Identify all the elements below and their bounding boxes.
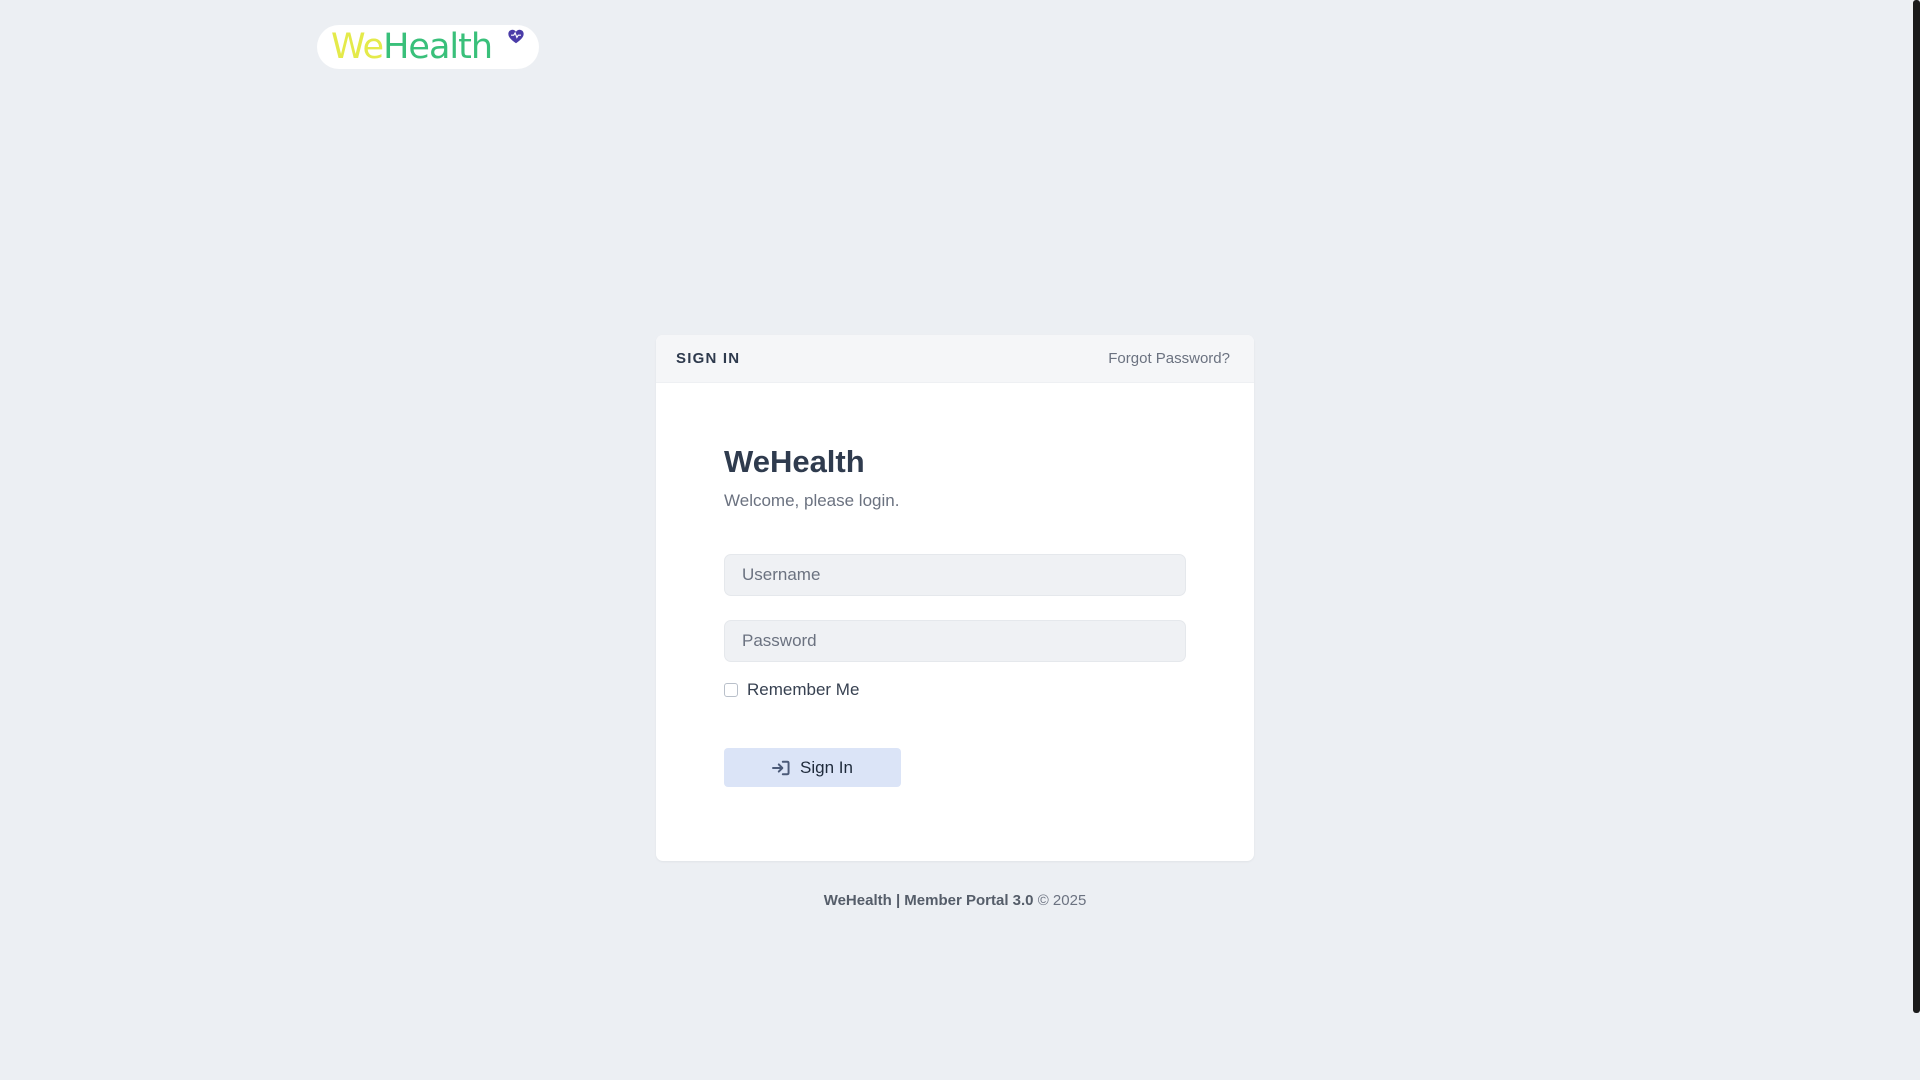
username-input[interactable] <box>724 554 1186 596</box>
sign-in-arrow-icon <box>772 760 790 775</box>
page-scrollbar[interactable] <box>1911 0 1920 1080</box>
card-header: SIGN IN Forgot Password? <box>656 335 1254 383</box>
brand-title: WeHealth <box>724 444 865 479</box>
heart-icon <box>508 29 524 44</box>
footer-copyright: © 2025 <box>1037 892 1087 909</box>
login-page: WeHealth SIGN IN Forgot Password? WeHeal… <box>0 0 1920 1080</box>
sign-in-button[interactable]: Sign In <box>724 748 901 787</box>
remember-me-label: Remember Me <box>747 680 860 699</box>
welcome-subtitle: Welcome, please login. <box>724 491 900 510</box>
forgot-password-link[interactable]: Forgot Password? <box>1108 350 1230 367</box>
wehealth-logo[interactable]: WeHealth <box>317 25 539 69</box>
sign-in-label: Sign In <box>800 757 853 777</box>
remember-me-checkbox[interactable] <box>724 683 738 697</box>
remember-me-option[interactable]: Remember Me <box>724 680 859 700</box>
logo-wordmark: WeHealth <box>331 26 493 67</box>
page-footer: WeHealth | Member Portal 3.0 © 2025 <box>0 892 1910 909</box>
footer-brand: WeHealth | Member Portal 3.0 <box>823 892 1034 909</box>
signin-card: SIGN IN Forgot Password? WeHealth Welcom… <box>656 335 1254 861</box>
scrollbar-thumb[interactable] <box>1913 0 1920 1013</box>
card-header-title: SIGN IN <box>676 350 741 367</box>
password-input[interactable] <box>724 620 1186 662</box>
